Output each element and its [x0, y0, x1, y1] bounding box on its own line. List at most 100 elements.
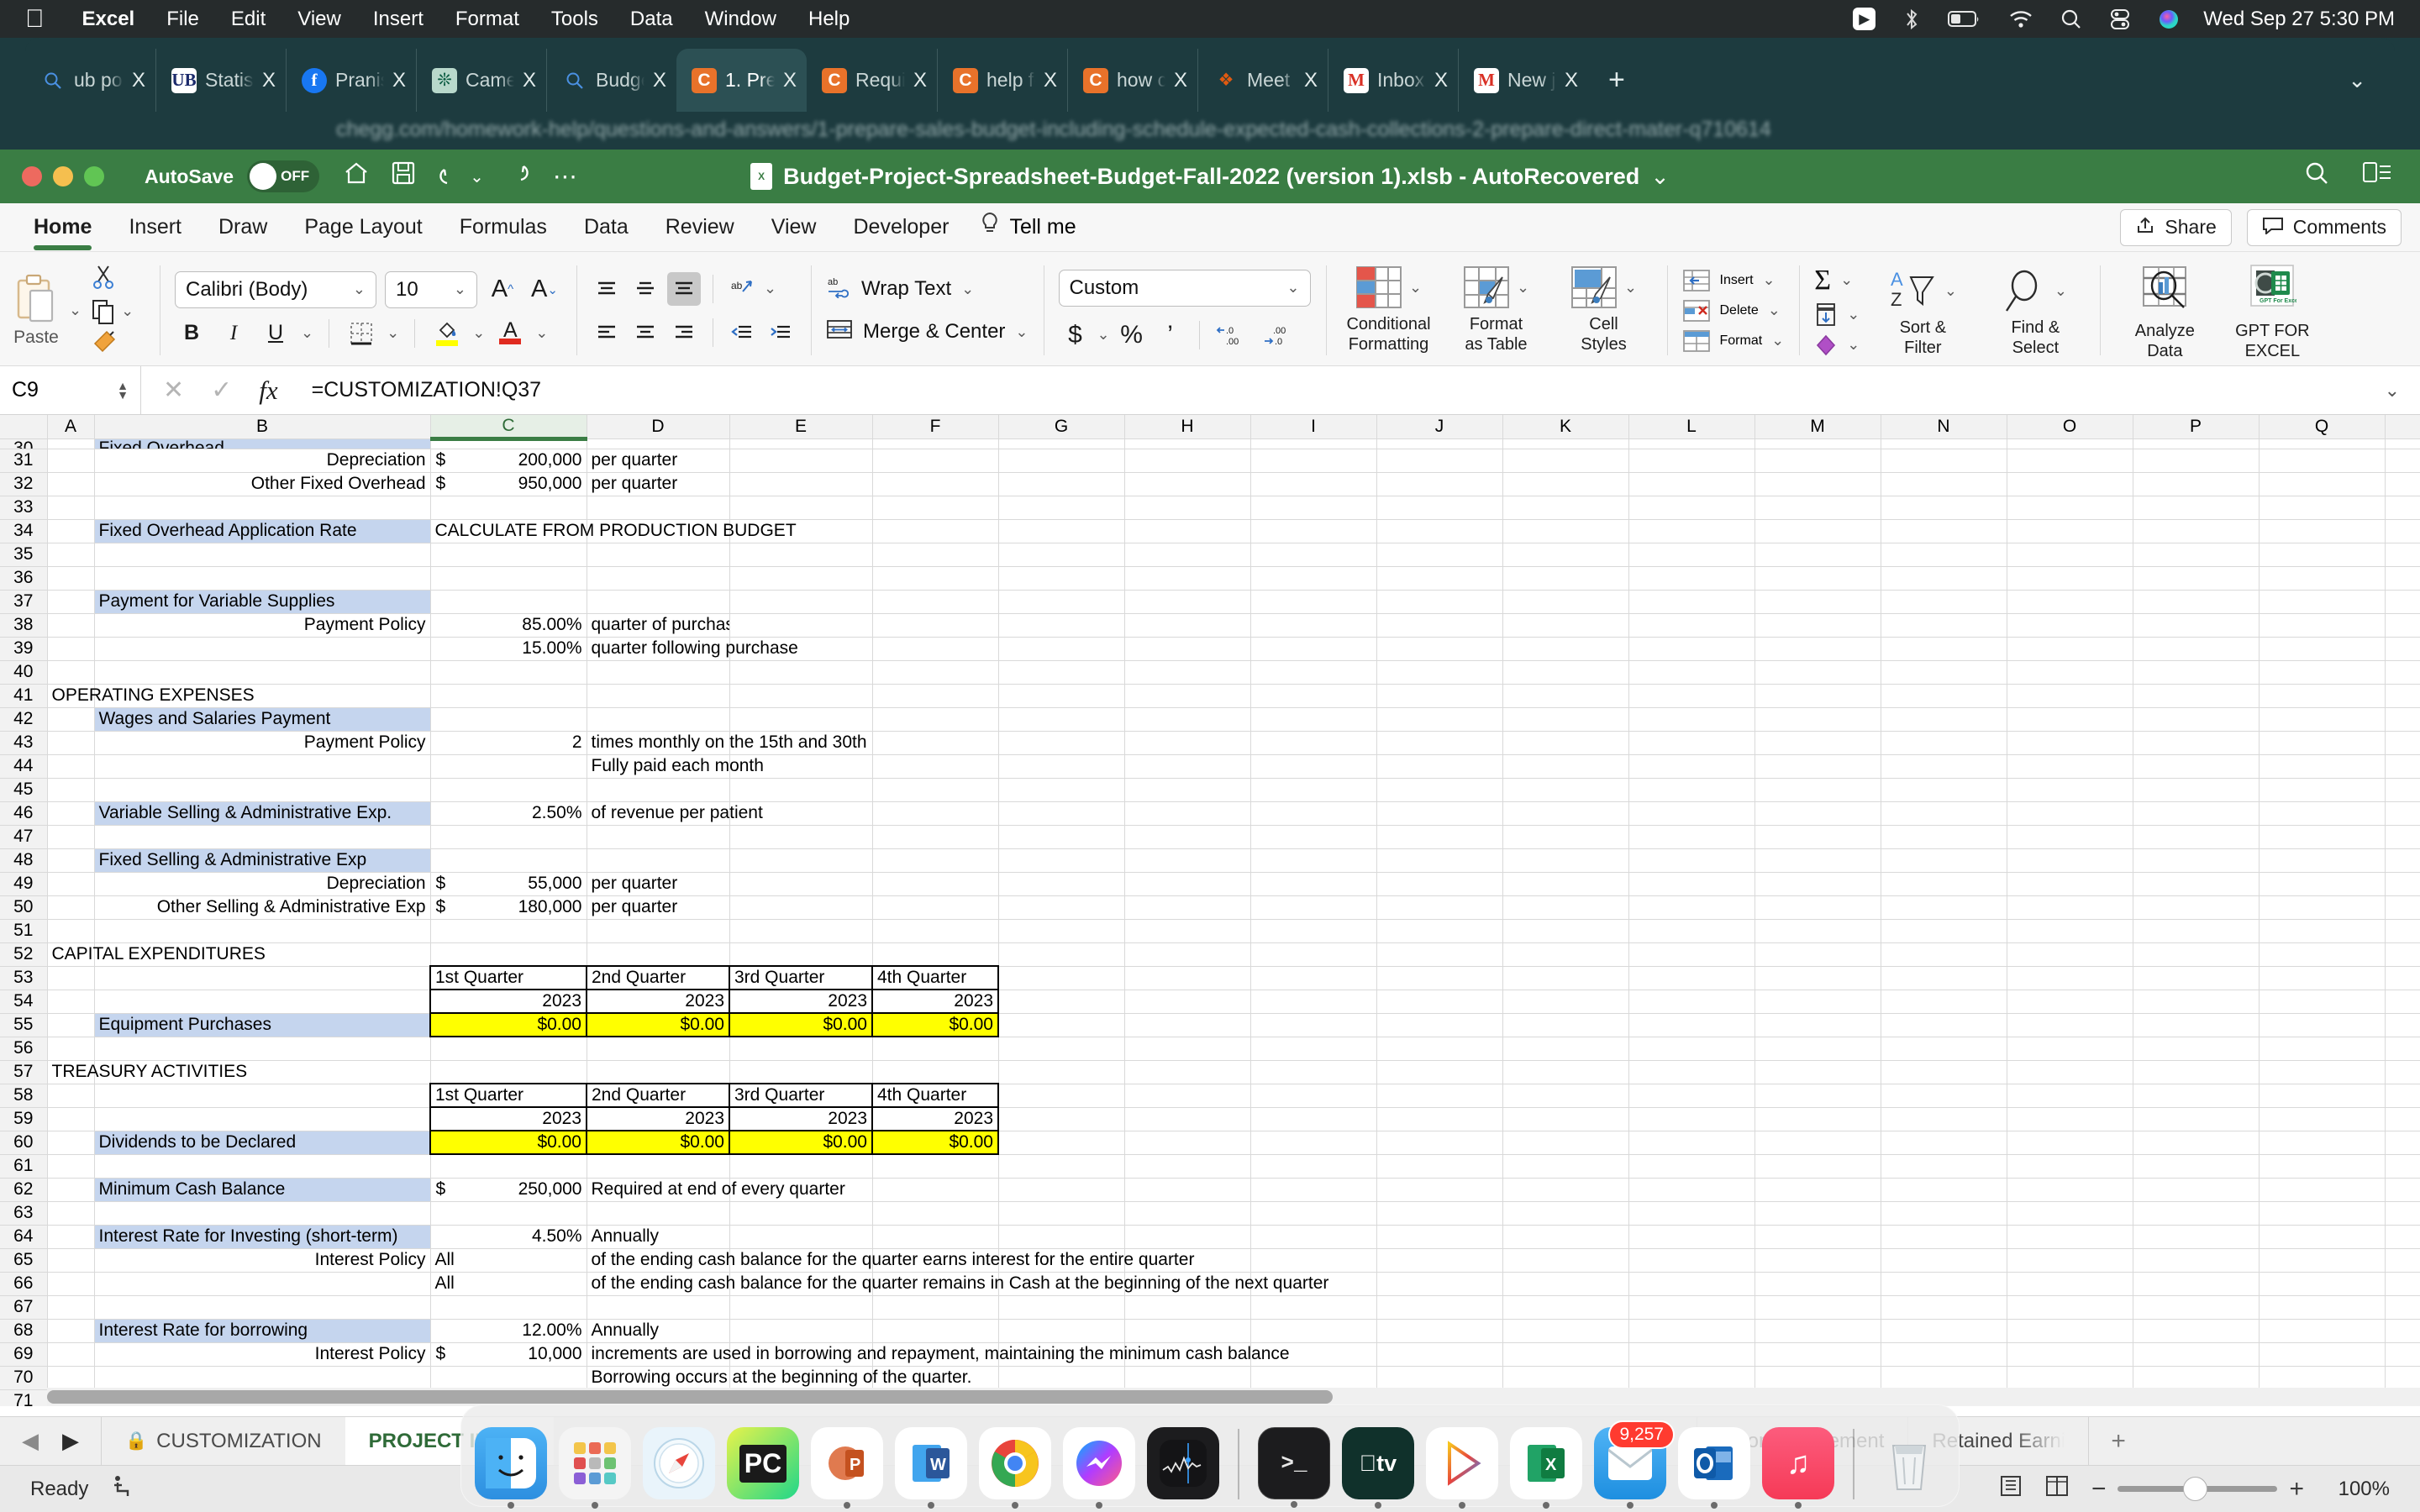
row-header[interactable]: 67	[0, 1295, 48, 1320]
grid-cell-P55[interactable]	[2133, 1013, 2260, 1037]
align-bottom-icon[interactable]	[667, 271, 701, 306]
grid-cell-Q70[interactable]	[2259, 1366, 2386, 1390]
grid-cell-D33[interactable]	[587, 496, 730, 520]
grid-cell-P52[interactable]	[2133, 942, 2260, 967]
grid-cell-N39[interactable]	[1881, 637, 2007, 661]
grid-cell-L41[interactable]	[1628, 684, 1755, 708]
grid-cell-G56[interactable]	[998, 1037, 1125, 1061]
insert-cells-button[interactable]: Insert ⌄	[1682, 268, 1776, 293]
zoom-slider-track[interactable]	[2118, 1477, 2278, 1501]
grid-cell-A48[interactable]	[47, 848, 95, 873]
column-header-R[interactable]: R	[2385, 415, 2420, 439]
grid-cell-N42[interactable]	[1881, 707, 2007, 732]
grid-cell-O40[interactable]	[2007, 660, 2133, 685]
grid-cell-R37[interactable]	[2385, 590, 2420, 614]
grid-cell-I31[interactable]	[1250, 449, 1377, 473]
grid-cell-Q36[interactable]	[2259, 566, 2386, 591]
grid-cell-N44[interactable]	[1881, 754, 2007, 779]
grid-cell-N52[interactable]	[1881, 942, 2007, 967]
grid-cell-C32[interactable]: $950,000	[430, 472, 587, 496]
grid-cell-R62[interactable]	[2385, 1178, 2420, 1202]
grid-cell-Q48[interactable]	[2259, 848, 2386, 873]
grid-cell-B50[interactable]: Other Selling & Administrative Exp	[94, 895, 431, 920]
grid-cell-J47[interactable]	[1376, 825, 1503, 849]
grid-cell-C51[interactable]	[430, 919, 587, 943]
grid-cell-O33[interactable]	[2007, 496, 2133, 520]
grid-cell-L33[interactable]	[1628, 496, 1755, 520]
grid-cell-M51[interactable]	[1754, 919, 1881, 943]
grid-cell-L37[interactable]	[1628, 590, 1755, 614]
grid-cell-Q49[interactable]	[2259, 872, 2386, 896]
row-header[interactable]: 41	[0, 684, 48, 708]
grid-cell-A64[interactable]	[47, 1225, 95, 1249]
tab-view[interactable]: View	[753, 203, 835, 252]
grid-cell-M46[interactable]	[1754, 801, 1881, 826]
grid-cell-D51[interactable]	[587, 919, 730, 943]
grid-cell-D63[interactable]	[587, 1201, 730, 1226]
zoom-out-button[interactable]: −	[2091, 1475, 2107, 1504]
grid-cell-N64[interactable]	[1881, 1225, 2007, 1249]
close-icon[interactable]: X	[392, 69, 406, 92]
grid-cell-E45[interactable]	[729, 778, 873, 802]
sheet-tab-customization[interactable]: 🔒 CUSTOMIZATION	[101, 1417, 345, 1465]
grid-cell-H30[interactable]	[1124, 438, 1251, 449]
grid-cell-C40[interactable]	[430, 660, 587, 685]
grid-cell-F50[interactable]	[872, 895, 999, 920]
grid-cell-M59[interactable]	[1754, 1107, 1881, 1131]
save-icon[interactable]	[392, 160, 415, 192]
grid-cell-C47[interactable]	[430, 825, 587, 849]
grid-cell-N55[interactable]	[1881, 1013, 2007, 1037]
grid-cell-D62[interactable]: Required at end of every quarter	[587, 1178, 845, 1202]
grid-cell-Q58[interactable]	[2259, 1084, 2386, 1108]
grid-cell-G53[interactable]	[998, 966, 1125, 990]
grid-cell-L70[interactable]	[1628, 1366, 1755, 1390]
grid-cell-C50[interactable]: $180,000	[430, 895, 587, 920]
grid-cell-L65[interactable]	[1628, 1248, 1755, 1273]
grid-cell-G38[interactable]	[998, 613, 1125, 638]
grid-cell-H47[interactable]	[1124, 825, 1251, 849]
grid-cell-L57[interactable]	[1628, 1060, 1755, 1084]
grid-cell-B68[interactable]: Interest Rate for borrowing	[94, 1319, 431, 1343]
grid-cell-C37[interactable]	[430, 590, 587, 614]
grid-cell-I38[interactable]	[1250, 613, 1377, 638]
tab-data[interactable]: Data	[566, 203, 647, 252]
grid-cell-H70[interactable]	[1124, 1366, 1251, 1390]
grid-cell-M35[interactable]	[1754, 543, 1881, 567]
grid-cell-B63[interactable]	[94, 1201, 431, 1226]
grid-cell-I56[interactable]	[1250, 1037, 1377, 1061]
align-middle-icon[interactable]	[629, 272, 662, 306]
grid-cell-C62[interactable]: $250,000	[430, 1178, 587, 1202]
grid-cell-I50[interactable]	[1250, 895, 1377, 920]
grid-cell-L31[interactable]	[1628, 449, 1755, 473]
grid-cell-E41[interactable]	[729, 684, 873, 708]
grid-cell-G54[interactable]	[998, 990, 1125, 1014]
analyze-data-button[interactable]: Analyze Data	[2115, 260, 2214, 361]
grid-cell-I36[interactable]	[1250, 566, 1377, 591]
grid-cell-Q56[interactable]	[2259, 1037, 2386, 1061]
grid-cell-H68[interactable]	[1124, 1319, 1251, 1343]
grid-cell-P46[interactable]	[2133, 801, 2260, 826]
grid-cell-C42[interactable]	[430, 707, 587, 732]
grid-cell-J59[interactable]	[1376, 1107, 1503, 1131]
grid-cell-C53[interactable]: 1st Quarter	[429, 965, 587, 990]
font-name-select[interactable]: Calibri (Body) ⌄	[175, 270, 376, 308]
align-left-icon[interactable]	[590, 316, 623, 349]
grid-cell-F34[interactable]	[872, 519, 999, 543]
grid-cell-K32[interactable]	[1502, 472, 1629, 496]
grid-cell-J68[interactable]	[1376, 1319, 1503, 1343]
grid-cell-P31[interactable]	[2133, 449, 2260, 473]
grid-cell-M41[interactable]	[1754, 684, 1881, 708]
grid-cell-N40[interactable]	[1881, 660, 2007, 685]
grid-cell-P57[interactable]	[2133, 1060, 2260, 1084]
grid-cell-E49[interactable]	[729, 872, 873, 896]
grid-cell-L56[interactable]	[1628, 1037, 1755, 1061]
browser-tab-3[interactable]: f Pranisha X	[286, 49, 416, 112]
grid-cell-R45[interactable]	[2385, 778, 2420, 802]
grid-cell-I37[interactable]	[1250, 590, 1377, 614]
borders-chevron-down-icon[interactable]: ⌄	[387, 324, 399, 342]
grid-cell-G39[interactable]	[998, 637, 1125, 661]
grid-cell-R31[interactable]	[2385, 449, 2420, 473]
play-icon[interactable]: ▶	[1839, 8, 1889, 30]
grid-cell-I42[interactable]	[1250, 707, 1377, 732]
grid-cell-G50[interactable]	[998, 895, 1125, 920]
